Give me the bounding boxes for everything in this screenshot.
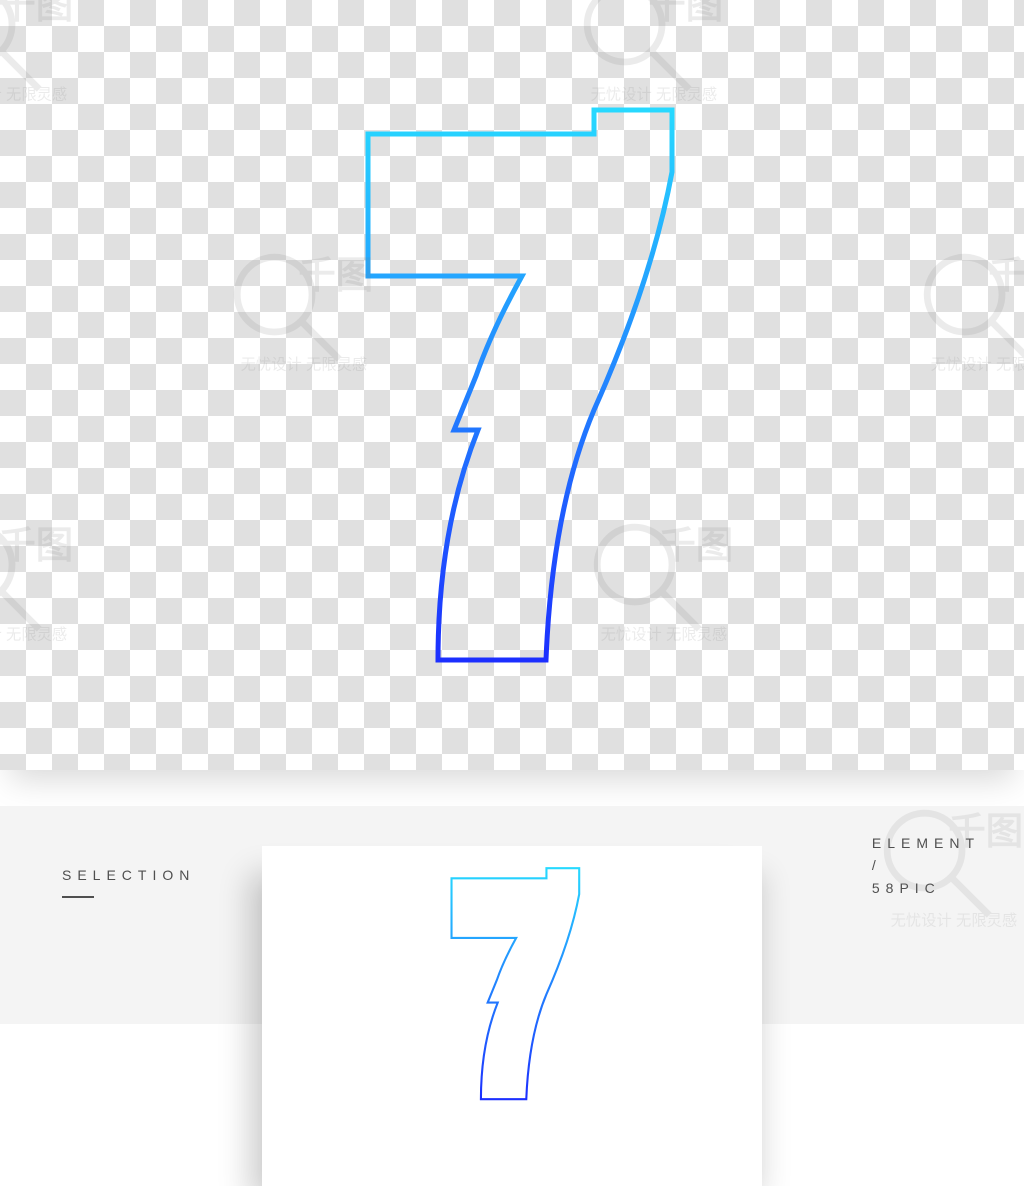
divider-dash [62, 896, 94, 898]
glyph-number-7-thumbnail [441, 864, 584, 1103]
element-label-line2: / [872, 854, 980, 876]
svg-text:千图: 千图 [0, 0, 73, 26]
svg-text:无忧设计 无限灵感: 无忧设计 无限灵感 [931, 356, 1024, 373]
preview-canvas: 千图无忧设计 无限灵感 千图无忧设计 无限灵感 千图无忧设计 无限灵感 千图无忧… [0, 0, 1024, 770]
watermark-icon: 千图无忧设计 无限灵感 [0, 0, 80, 130]
element-label: ELEMENT / 58PIC [872, 832, 980, 899]
svg-text:无忧设计 无限灵感: 无忧设计 无限灵感 [0, 86, 67, 103]
watermark-icon: 千图无忧设计 无限灵感 [0, 500, 80, 670]
svg-text:无忧设计 无限灵感: 无忧设计 无限灵感 [0, 626, 67, 643]
svg-text:千图: 千图 [0, 524, 73, 566]
selection-label: SELECTION [62, 864, 195, 886]
element-label-line1: ELEMENT [872, 832, 980, 854]
presentation-strip: SELECTION ELEMENT / 58PIC 千图无忧设计 无限灵感 [0, 806, 1024, 1024]
card-mockup [262, 846, 762, 1186]
svg-text:无忧设计 无限灵感: 无忧设计 无限灵感 [891, 912, 1018, 929]
glyph-number-7 [342, 100, 682, 670]
svg-text:千图: 千图 [648, 0, 723, 26]
element-label-line3: 58PIC [872, 877, 980, 899]
watermark-icon: 千图无忧设计 无限灵感 [900, 230, 1024, 400]
svg-text:千图: 千图 [988, 254, 1024, 296]
